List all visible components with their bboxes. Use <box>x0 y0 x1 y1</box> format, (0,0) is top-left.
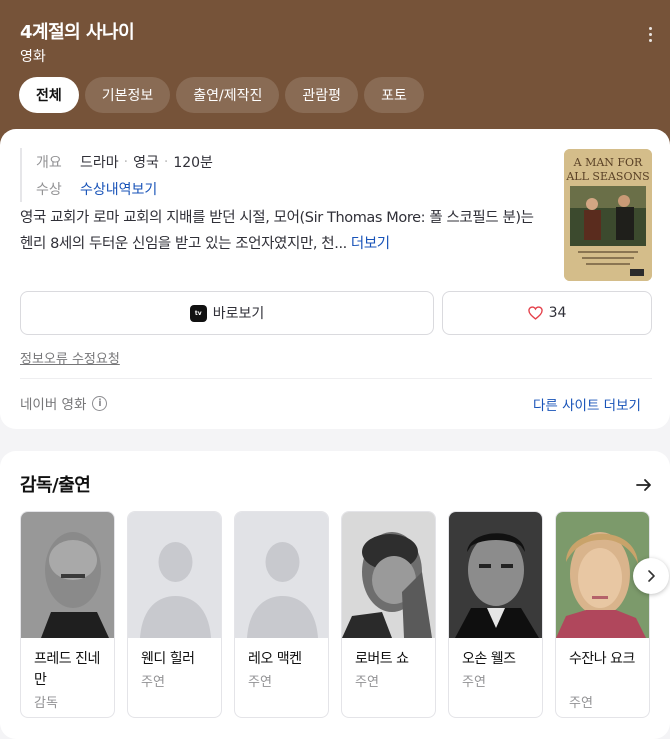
cast-card-item[interactable]: 웬디 힐러 주연 <box>127 511 222 718</box>
watch-label: 바로보기 <box>212 306 265 322</box>
like-count: 34 <box>548 305 567 321</box>
cast-photo <box>21 512 114 638</box>
synopsis-text: 영국 교회가 로마 교회의 지배를 받던 시절, 모어(Sir Thomas M… <box>20 210 534 252</box>
svg-text:ALL SEASONS: ALL SEASONS <box>565 170 649 183</box>
runtime-value: 120분 <box>173 154 213 171</box>
watch-button[interactable]: tv 바로보기 <box>20 291 434 335</box>
cast-role: 주연 <box>355 675 379 690</box>
profile-placeholder-icon <box>235 512 328 638</box>
cast-name: 로버트 쇼 <box>355 651 409 667</box>
cast-name: 프레드 진네만 <box>34 651 100 688</box>
arrow-right-icon[interactable] <box>634 475 654 495</box>
tab-photos[interactable]: 포토 <box>364 77 424 113</box>
cast-name: 레오 맥켄 <box>248 651 302 667</box>
carousel-next-button[interactable] <box>633 558 669 594</box>
cast-card-item[interactable]: 레오 맥켄 주연 <box>234 511 329 718</box>
movie-poster[interactable]: A MAN FOR ALL SEASONS <box>564 149 652 281</box>
cast-role: 주연 <box>248 675 272 690</box>
cast-card-item[interactable]: 로버트 쇼 주연 <box>341 511 436 718</box>
genre-value: 드라마 <box>80 154 119 171</box>
page-subtitle: 영화 <box>20 49 46 65</box>
profile-placeholder-icon <box>128 512 221 638</box>
overview-label: 개요 <box>36 154 62 171</box>
cast-card-item[interactable]: 수잔나 요크 주연 <box>555 511 650 718</box>
tab-bar: 전체 기본정보 출연/제작진 관람평 포토 <box>19 77 430 113</box>
synopsis-more-link[interactable]: 더보기 <box>351 236 390 252</box>
tab-reviews[interactable]: 관람평 <box>285 77 359 113</box>
tab-cast-crew[interactable]: 출연/제작진 <box>176 77 280 113</box>
info-list: 개요 드라마 · 영국 · 120분 수상 수상내역보기 <box>20 148 213 202</box>
synopsis: 영국 교회가 로마 교회의 지배를 받던 시절, 모어(Sir Thomas M… <box>20 205 550 257</box>
heart-icon <box>527 306 543 320</box>
appletv-icon: tv <box>189 304 207 322</box>
cast-role: 감독 <box>34 696 58 711</box>
source-label: 네이버 영화 <box>20 397 87 413</box>
cast-role: 주연 <box>462 675 486 690</box>
cast-card-item[interactable]: 프레드 진네만 감독 <box>20 511 115 718</box>
cast-role: 주연 <box>569 696 593 711</box>
cast-photo <box>342 512 435 638</box>
award-row: 수상 수상내역보기 <box>36 175 213 202</box>
like-button[interactable]: 34 <box>442 291 652 335</box>
movie-header: 4계절의 사나이 영화 전체 기본정보 출연/제작진 관람평 포토 <box>0 0 670 150</box>
cast-photo <box>449 512 542 638</box>
source-info: 네이버 영화 i <box>20 393 108 413</box>
info-card: 개요 드라마 · 영국 · 120분 수상 수상내역보기 A MAN FOR A… <box>0 129 670 429</box>
page-title: 4계절의 사나이 <box>20 22 135 43</box>
report-error-link[interactable]: 정보오류 수정요청 <box>20 348 120 367</box>
cast-name: 수잔나 요크 <box>569 651 635 667</box>
separator-dot: · <box>163 153 169 170</box>
more-options-icon[interactable] <box>640 22 660 46</box>
info-icon[interactable]: i <box>92 395 108 411</box>
cast-role: 주연 <box>141 675 165 690</box>
award-link[interactable]: 수상내역보기 <box>80 179 157 199</box>
tab-all[interactable]: 전체 <box>19 77 79 113</box>
tab-basic-info[interactable]: 기본정보 <box>84 77 171 113</box>
cast-name: 오손 웰즈 <box>462 651 516 667</box>
cast-list: 프레드 진네만 감독 웬디 힐러 주연 레오 맥켄 주연 로버트 쇼 주연 오손… <box>20 511 670 718</box>
separator-dot: · <box>123 153 129 170</box>
cast-section-title: 감독/출연 <box>20 475 91 496</box>
chevron-right-icon <box>648 570 655 582</box>
country-value: 영국 <box>133 154 159 171</box>
poster-image: A MAN FOR ALL SEASONS <box>564 149 652 281</box>
overview-row: 개요 드라마 · 영국 · 120분 <box>36 148 213 175</box>
cast-name: 웬디 힐러 <box>141 651 195 667</box>
svg-text:A MAN FOR: A MAN FOR <box>573 156 643 169</box>
divider <box>20 378 652 379</box>
cast-card: 감독/출연 프레드 진네만 감독 웬디 힐러 주연 레오 맥켄 주연 로버트 쇼… <box>0 451 670 739</box>
cast-card-item[interactable]: 오손 웰즈 주연 <box>448 511 543 718</box>
more-sites-link[interactable]: 다른 사이트 더보기 <box>533 394 641 414</box>
award-label: 수상 <box>36 181 62 198</box>
